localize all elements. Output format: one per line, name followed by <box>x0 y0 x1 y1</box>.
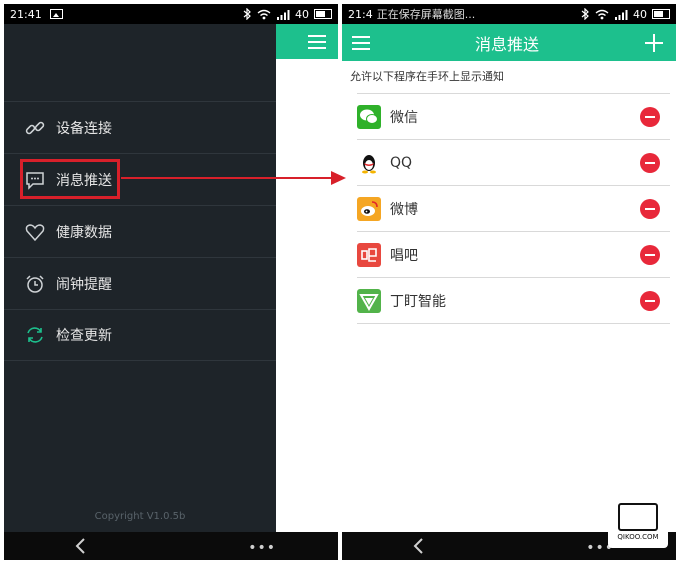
list-item[interactable]: 微博 <box>357 186 670 232</box>
back-arrow-icon[interactable] <box>412 538 426 554</box>
drawer-menu: 设备连接 消息推送 健康数据 闹钟提醒 检查更新 <box>4 101 276 361</box>
page-title: 消息推送 <box>474 34 539 54</box>
bottom-nav-bar: ••• <box>4 532 338 560</box>
wifi-icon <box>595 9 609 19</box>
signal-icon <box>277 9 290 20</box>
list-item[interactable]: QQ <box>357 140 670 186</box>
menu-item-label: 设备连接 <box>56 120 112 137</box>
watermark-logo: QIKOO.COM <box>608 496 668 548</box>
qikoo-logo-icon <box>618 503 658 531</box>
remove-button[interactable] <box>640 152 660 173</box>
app-bar: 消息推送 <box>342 24 676 61</box>
menu-item-device-connect[interactable]: 设备连接 <box>4 101 276 153</box>
menu-item-check-update[interactable]: 检查更新 <box>4 309 276 361</box>
changba-icon <box>357 242 381 267</box>
peek-appbar <box>276 24 338 59</box>
app-name: QQ <box>390 154 413 171</box>
app-name: 唱吧 <box>390 247 418 264</box>
status-time: 21:41 <box>10 7 42 21</box>
battery-icon <box>652 9 670 19</box>
left-phone-screen: 21:41 40 设备连接 消息推送 健康数据 闹钟提醒 检查更新 Copyri… <box>4 4 338 560</box>
remove-button[interactable] <box>640 198 660 219</box>
wechat-icon <box>357 104 381 129</box>
highlight-box <box>20 159 120 199</box>
list-item[interactable]: 丁盯智能 <box>357 278 670 324</box>
alarm-clock-icon <box>24 273 46 295</box>
more-dots-icon[interactable]: ••• <box>248 540 276 556</box>
status-bar: 21:4 正在保存屏幕截图... 40 <box>342 4 676 24</box>
app-name: 丁盯智能 <box>390 293 446 310</box>
app-notification-list: 微信 QQ 微博 唱吧 丁盯智能 <box>357 93 670 324</box>
remove-button[interactable] <box>640 290 660 311</box>
menu-item-alarm-reminder[interactable]: 闹钟提醒 <box>4 257 276 309</box>
menu-icon[interactable] <box>352 35 370 50</box>
app-name: 微博 <box>390 201 418 218</box>
status-notification: 正在保存屏幕截图... <box>376 8 476 21</box>
qq-penguin-icon <box>357 150 381 175</box>
menu-item-health-data[interactable]: 健康数据 <box>4 205 276 257</box>
network-label: 40 <box>295 7 309 21</box>
status-bar: 21:41 40 <box>4 4 338 24</box>
image-notification-icon <box>49 9 63 19</box>
remove-button[interactable] <box>640 244 660 265</box>
network-label: 40 <box>633 7 647 21</box>
remove-button[interactable] <box>640 106 660 127</box>
copyright-text: Copyright V1.0.5b <box>94 511 186 522</box>
navigation-drawer: 设备连接 消息推送 健康数据 闹钟提醒 检查更新 Copyright V1.0.… <box>4 24 276 532</box>
section-label: 允许以下程序在手环上显示通知 <box>350 70 504 83</box>
battery-icon <box>314 9 332 19</box>
annotation-arrow <box>121 171 346 185</box>
weibo-icon <box>357 196 381 221</box>
add-icon[interactable] <box>644 33 664 53</box>
refresh-icon <box>24 324 46 346</box>
bluetooth-icon <box>581 8 589 20</box>
menu-item-label: 闹钟提醒 <box>56 276 112 293</box>
app-name: 微信 <box>390 109 418 126</box>
main-content-peek[interactable] <box>276 24 338 532</box>
link-icon <box>24 117 46 139</box>
dingding-icon <box>357 288 381 313</box>
status-time: 21:4 <box>348 7 373 21</box>
menu-item-label: 健康数据 <box>56 224 112 241</box>
menu-item-label: 检查更新 <box>56 328 112 344</box>
watermark-text: QIKOO.COM <box>617 533 659 541</box>
back-arrow-icon[interactable] <box>74 538 88 554</box>
heart-icon <box>24 221 46 243</box>
right-phone-screen: 21:4 正在保存屏幕截图... 40 消息推送 允许以下程序在手环上显示通知 … <box>342 4 676 560</box>
bluetooth-icon <box>243 8 251 20</box>
signal-icon <box>615 9 628 20</box>
menu-icon[interactable] <box>308 34 326 49</box>
wifi-icon <box>257 9 271 19</box>
list-item[interactable]: 微信 <box>357 94 670 140</box>
list-item[interactable]: 唱吧 <box>357 232 670 278</box>
